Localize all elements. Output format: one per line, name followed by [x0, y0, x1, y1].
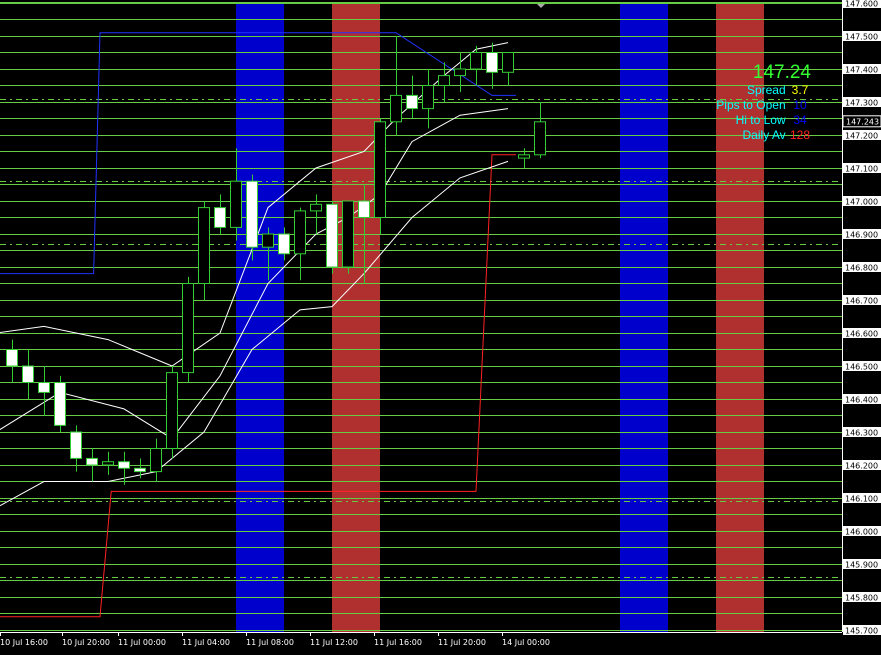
candle-body	[390, 94, 402, 123]
x-tick-label: 10 Jul 20:00	[62, 638, 110, 647]
candle-body	[262, 233, 274, 248]
pips-to-open-label: Pips to Open	[716, 98, 786, 112]
daily-avg-value: 128	[789, 128, 811, 142]
candle[interactable]	[326, 201, 338, 274]
y-tick-label: 145.900	[845, 561, 878, 570]
y-tick-label: 146.100	[845, 495, 878, 504]
x-tick-label: 11 Jul 20:00	[438, 638, 486, 647]
session-band	[236, 4, 284, 632]
candle[interactable]	[54, 375, 66, 432]
candle-body	[22, 365, 34, 383]
y-tick-label: 146.900	[845, 231, 878, 240]
hi-to-low-row: Hi to Low 34	[736, 113, 811, 127]
candle-body	[38, 382, 50, 393]
pips-to-open-row: Pips to Open 10	[716, 98, 811, 112]
current-price-text: 147.24	[752, 62, 811, 83]
candle-body	[118, 461, 130, 469]
candle-body	[502, 52, 514, 73]
candle-body	[54, 382, 66, 426]
candle-body	[374, 121, 386, 218]
candle-body	[102, 461, 114, 466]
candle-body	[214, 207, 226, 228]
y-tick-label: 146.200	[845, 462, 878, 471]
spread-value: 3.7	[791, 83, 809, 97]
x-tick-label: 14 Jul 00:00	[502, 638, 550, 647]
current-price-label: 147.243	[846, 117, 879, 126]
session-band	[332, 4, 380, 632]
pips-to-open-value: 10	[793, 98, 807, 112]
candle-body	[182, 283, 194, 374]
spread-row: Spread 3.7	[747, 83, 811, 97]
spread-label: Spread	[746, 83, 786, 97]
y-tick-label: 146.800	[845, 264, 878, 273]
candle-body	[6, 349, 18, 367]
candle-body	[294, 210, 306, 255]
candle-body	[454, 68, 466, 77]
daily-avg-label: Daily Av	[742, 128, 786, 142]
y-tick-label: 146.400	[845, 396, 878, 405]
y-tick-label: 146.700	[845, 297, 878, 306]
candle-body	[406, 94, 418, 110]
y-tick-label: 147.500	[845, 33, 878, 42]
y-tick-label: 145.800	[845, 594, 878, 603]
candle-body	[518, 154, 530, 159]
candle[interactable]	[182, 276, 194, 383]
candle-body	[534, 121, 546, 156]
candle-body	[326, 203, 338, 268]
hi-to-low-label: Hi to Low	[735, 113, 786, 127]
y-tick-label: 147.600	[845, 0, 878, 9]
price-chart[interactable]: 147.600 147.500 147.400 147.300 147.200 147.1…	[0, 0, 881, 651]
session-band	[620, 4, 668, 632]
y-tick-label: 147.200	[845, 132, 878, 141]
y-tick-label: 147.300	[845, 99, 878, 108]
candle-body	[358, 200, 370, 218]
candle-body	[230, 180, 242, 228]
y-tick-label: 145.700	[845, 627, 878, 636]
candle[interactable]	[342, 200, 354, 274]
candle-body	[70, 431, 82, 459]
x-tick-label: 11 Jul 08:00	[246, 638, 294, 647]
candle-body	[342, 200, 354, 268]
candle[interactable]	[166, 366, 178, 459]
daily-avg-row: Daily Av 128	[743, 128, 811, 142]
y-tick-label: 146.300	[845, 429, 878, 438]
candle[interactable]	[374, 118, 386, 235]
y-tick-label: 147.000	[845, 198, 878, 207]
candle-body	[278, 233, 290, 255]
y-tick-label: 146.500	[845, 363, 878, 372]
candle-body	[422, 85, 434, 110]
y-tick-label: 146.000	[845, 528, 878, 537]
x-tick-label: 11 Jul 04:00	[182, 638, 230, 647]
candle-body	[486, 52, 498, 73]
candle-body	[438, 75, 450, 86]
candle-body	[470, 52, 482, 70]
hi-to-low-value: 34	[793, 113, 807, 127]
y-tick-label: 147.400	[845, 66, 878, 75]
y-tick-label: 147.100	[845, 165, 878, 174]
x-tick-label: 11 Jul 00:00	[118, 638, 166, 647]
candle-body	[86, 457, 98, 466]
candle-body	[134, 467, 146, 473]
x-tick-label: 11 Jul 12:00	[310, 638, 358, 647]
x-tick-label: 10 Jul 16:00	[0, 638, 48, 647]
candle-body	[150, 448, 162, 473]
x-tick-label: 11 Jul 16:00	[374, 638, 422, 647]
y-tick-label: 146.600	[845, 330, 878, 339]
candle-body	[198, 207, 210, 285]
candle-body	[246, 180, 258, 248]
candle[interactable]	[246, 174, 258, 261]
candle-body	[166, 372, 178, 450]
candle-body	[310, 203, 322, 212]
